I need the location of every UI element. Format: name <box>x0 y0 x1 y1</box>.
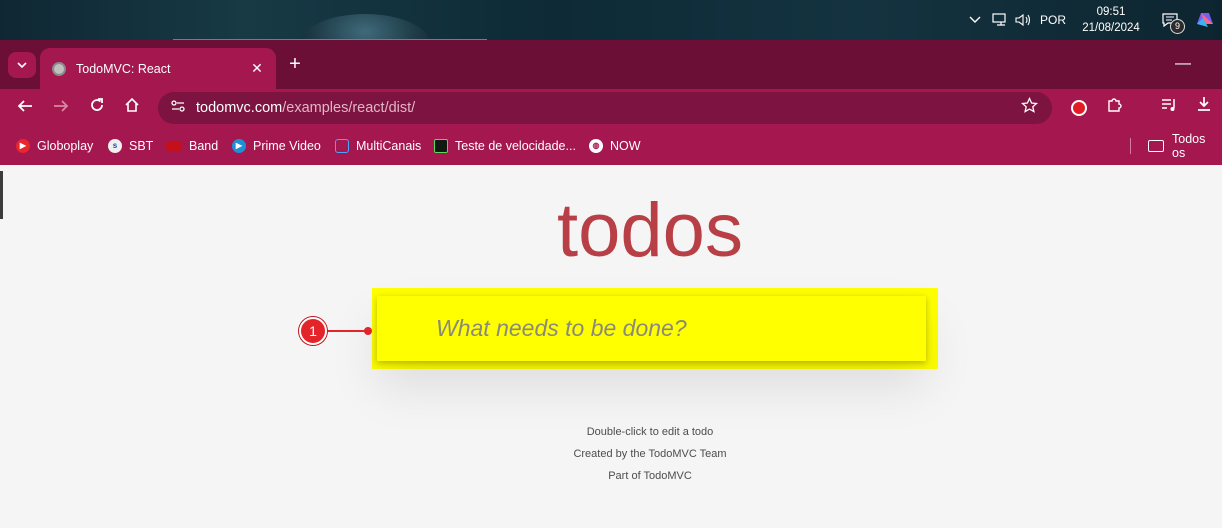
bookmarks-folder-all[interactable]: Todos os <box>1148 132 1222 160</box>
download-icon[interactable] <box>1191 95 1217 121</box>
url-path: /examples/react/dist/ <box>282 100 416 116</box>
tab-todomvc[interactable]: TodoMVC: React ✕ <box>40 48 276 89</box>
info-credits: Created by the TodoMVC Team <box>573 448 727 460</box>
bookmark-label: Prime Video <box>253 139 321 153</box>
minimize-button[interactable]: — <box>1170 52 1196 76</box>
tab-search-button[interactable] <box>8 52 36 78</box>
reload-icon <box>91 98 103 111</box>
bookmark-prime-video[interactable]: ▶ Prime Video <box>232 136 321 156</box>
bookmark-sbt[interactable]: s SBT <box>108 136 153 156</box>
system-tray: POR 09:51 21/08/2024 9 <box>962 0 1222 40</box>
notification-count-badge: 9 <box>1170 19 1185 34</box>
bookmarks-separator <box>1130 138 1131 154</box>
home-icon <box>125 97 139 112</box>
bookmark-label: Teste de velocidade... <box>455 139 576 153</box>
clock[interactable]: 09:51 21/08/2024 <box>1070 0 1152 40</box>
annotation-marker: 1 <box>299 317 327 345</box>
arrow-left-icon <box>17 100 32 112</box>
folder-icon <box>1148 140 1164 152</box>
bookmark-multicanais[interactable]: MultiCanais <box>335 136 421 156</box>
ad-blocker-extension-icon[interactable] <box>1066 95 1092 121</box>
annotation-pointer-line <box>326 330 368 332</box>
language-indicator[interactable]: POR <box>1036 0 1070 40</box>
bookmarks-folder-label: Todos os <box>1172 132 1206 160</box>
site-info-icon[interactable] <box>168 98 188 118</box>
info-edit-hint: Double-click to edit a todo <box>586 426 714 438</box>
network-icon[interactable] <box>988 0 1012 40</box>
extensions-puzzle-icon[interactable] <box>1102 95 1128 121</box>
bookmark-label: SBT <box>129 139 154 153</box>
prime-video-icon: ▶ <box>232 139 246 153</box>
tab-title: TodoMVC: React <box>76 61 171 76</box>
bookmark-band[interactable]: Band <box>166 136 218 156</box>
globe-icon <box>52 61 66 76</box>
back-button[interactable] <box>12 95 38 121</box>
band-icon <box>166 141 182 151</box>
page-content: todos 1 Double-click to edit a todo Crea… <box>0 165 1222 528</box>
volume-icon[interactable] <box>1012 0 1036 40</box>
notification-icon[interactable]: 9 <box>1152 0 1188 40</box>
tv-icon <box>335 139 349 153</box>
browser-toolbar: todomvc.com/examples/react/dist/ <box>0 89 1222 127</box>
chevron-up-icon[interactable] <box>962 0 988 40</box>
globe-icon: ◍ <box>589 139 603 153</box>
browser-tab-bar: TodoMVC: React ✕ + — <box>0 40 1222 89</box>
clock-time: 09:51 <box>1096 6 1126 18</box>
media-controls-icon[interactable] <box>1156 95 1182 121</box>
new-todo-input[interactable] <box>377 296 926 361</box>
bookmark-label: NOW <box>610 139 641 153</box>
bookmark-speed-test[interactable]: Teste de velocidade... <box>434 136 576 156</box>
chevron-down-icon <box>17 61 27 68</box>
forward-button[interactable] <box>48 95 74 121</box>
close-icon[interactable]: ✕ <box>248 60 266 77</box>
wallpaper <box>300 14 430 40</box>
info-part-of[interactable]: Part of TodoMVC <box>0 470 1222 482</box>
clock-date: 21/08/2024 <box>1082 22 1140 34</box>
page-title: todos <box>557 188 743 273</box>
copilot-icon[interactable] <box>1188 0 1222 40</box>
bookmark-star-icon[interactable] <box>1020 96 1039 119</box>
annotation-pointer-dot <box>364 327 372 335</box>
bookmarks-bar: ▶ Globoplay s SBT Band ▶ Prime Video Mul… <box>0 127 1222 165</box>
bookmark-globoplay[interactable]: ▶ Globoplay <box>16 136 93 156</box>
bookmark-label: Band <box>189 139 219 153</box>
new-tab-button[interactable]: + <box>284 53 306 75</box>
bookmark-label: MultiCanais <box>356 139 422 153</box>
home-button[interactable] <box>119 95 145 121</box>
sbt-icon: s <box>108 139 122 153</box>
url-host: todomvc.com <box>196 100 283 116</box>
globoplay-icon: ▶ <box>16 139 30 153</box>
address-bar[interactable]: todomvc.com/examples/react/dist/ <box>158 92 1052 124</box>
bookmark-now[interactable]: ◍ NOW <box>589 136 641 156</box>
desktop-taskbar: POR 09:51 21/08/2024 9 <box>0 0 1222 40</box>
arrow-right-icon <box>54 100 69 112</box>
reload-button[interactable] <box>84 95 110 121</box>
bookmark-label: Globoplay <box>37 139 94 153</box>
speedtest-icon <box>434 139 448 153</box>
